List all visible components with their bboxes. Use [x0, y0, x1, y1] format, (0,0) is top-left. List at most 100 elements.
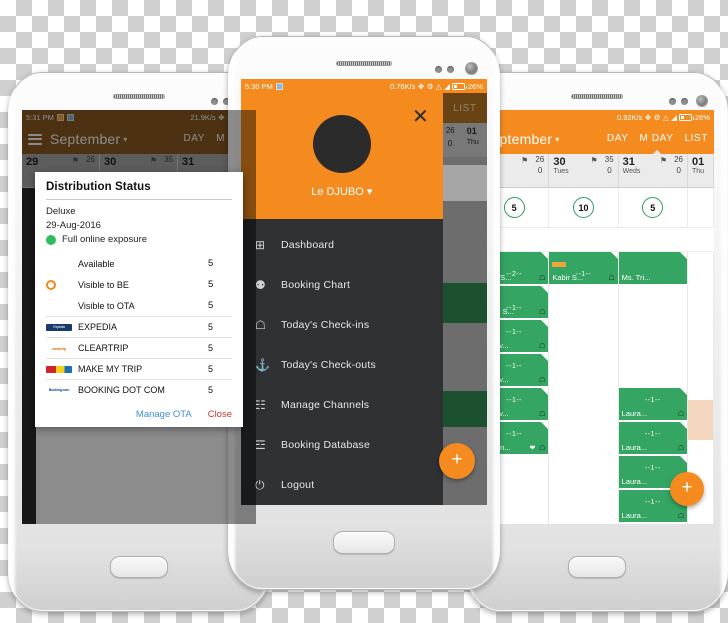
- bed-icon: ☖: [539, 343, 546, 350]
- menu-soft-key[interactable]: ◫: [500, 555, 509, 566]
- tab-day[interactable]: DAY: [607, 133, 629, 146]
- room-zero: 0: [537, 166, 543, 175]
- booking-card[interactable]: --1-- Kabir S... ☖: [549, 252, 618, 284]
- row-label: Visible to BE: [78, 279, 129, 290]
- menu-item-checkouts[interactable]: ⚓ Today's Check-outs: [241, 345, 443, 385]
- day-name: Thu: [691, 168, 705, 175]
- menu-item-label: Booking Chart: [281, 279, 351, 291]
- guest-count: --1--: [644, 397, 661, 404]
- menu-item-booking-chart[interactable]: ⚉ Booking Chart: [241, 265, 443, 305]
- bookmark-icon: ⚑: [590, 156, 598, 165]
- room-count: 26: [674, 155, 683, 164]
- guest-name: Laura...: [621, 409, 648, 418]
- app-bar: September ▾ DAY M DAY LIST: [480, 124, 714, 154]
- empty-slot: [619, 286, 687, 388]
- menu-item-checkins[interactable]: ☖ Today's Check-ins: [241, 305, 443, 345]
- manage-ota-button[interactable]: Manage OTA: [136, 409, 192, 420]
- booking-card[interactable]: --1-- Laura... ☖: [618, 388, 687, 420]
- battery-percent: 26%: [467, 81, 483, 91]
- menu-item-dashboard[interactable]: ⊞ Dashboard: [241, 225, 443, 265]
- bluetooth-icon: ✥: [417, 81, 425, 91]
- cleartrip-logo-icon: cleartrip: [46, 344, 72, 352]
- distribution-row-expedia: Expedia EXPEDIA 5: [46, 316, 232, 337]
- signal-icon: ◢: [671, 112, 677, 122]
- menu-item-booking-database[interactable]: ☲ Booking Database: [241, 425, 443, 465]
- menu-item-manage-channels[interactable]: ☷ Manage Channels: [241, 385, 443, 425]
- avatar-icon[interactable]: [312, 114, 371, 173]
- alarm-icon: ⚙: [426, 81, 434, 91]
- front-camera: [696, 95, 708, 107]
- back-soft-key[interactable]: ↷: [686, 555, 694, 566]
- room-zero: 0: [676, 166, 681, 175]
- grid-icon: ☷: [255, 398, 266, 412]
- availability-badge: 10: [572, 197, 594, 218]
- day-name: Tues: [553, 168, 569, 175]
- home-button[interactable]: [333, 531, 395, 554]
- date-column-31[interactable]: 31 Weds ⚑ 26 0: [619, 154, 688, 187]
- add-booking-fab[interactable]: +: [439, 443, 475, 479]
- availability-cell[interactable]: 5: [619, 188, 688, 227]
- navigation-drawer: Le DJUBO ▾ ✕ ⊞ Dashboard ⚉ Booking Chart…: [241, 93, 443, 505]
- tab-list[interactable]: LIST: [684, 133, 708, 146]
- status-bar: 5:30 PM 0.76K/s ✥ ⚙ △ ◢ 26%: [241, 79, 487, 93]
- bed-icon: ☖: [539, 445, 546, 452]
- date-column-30[interactable]: 30 Tues ⚑ 35 0: [549, 154, 619, 187]
- menu-soft-key[interactable]: ◫: [266, 531, 275, 542]
- availability-cell[interactable]: 10: [549, 188, 619, 227]
- right-phone-screen: 0.92K/s ✥ ⚙ △ ◢ 26% September ▾ DAY M DA…: [480, 110, 714, 524]
- menu-item-logout[interactable]: ⏻ Logout: [241, 465, 443, 505]
- status-time: 5:30 PM: [245, 81, 273, 91]
- row-label: BOOKING DOT COM: [78, 385, 165, 395]
- add-booking-fab[interactable]: +: [670, 472, 704, 506]
- wifi-icon: △: [435, 81, 442, 91]
- calendar-spacer-row: [480, 228, 714, 252]
- availability-cell[interactable]: [688, 188, 714, 227]
- back-soft-key[interactable]: ↷: [454, 531, 462, 542]
- account-name[interactable]: Le DJUBO ▾: [311, 185, 372, 198]
- phone-center: 5:30 PM 0.76K/s ✥ ⚙ △ ◢ 26% LIST 26 01 0…: [228, 36, 500, 590]
- distribution-row-be: Visible to BE 5: [46, 274, 232, 295]
- date-column-01[interactable]: 01 Thu: [688, 154, 714, 187]
- location-pin-icon: ⚉: [255, 278, 266, 292]
- distribution-row-cleartrip: cleartrip CLEARTRIP 5: [46, 337, 232, 358]
- bed-icon: ☖: [539, 309, 546, 316]
- left-phone-screen: 5:31 PM 21.9K/s ✥ ⚙ ▲ ◢ September ▾ DAY …: [22, 110, 256, 524]
- room-zero: 0: [607, 166, 612, 175]
- partial-booking-card[interactable]: [687, 400, 713, 440]
- ring-orange-icon: [46, 279, 56, 290]
- row-value: 5: [208, 300, 214, 311]
- bed-icon: ☖: [677, 411, 684, 418]
- row-value: 5: [208, 258, 214, 269]
- booking-column-30: --1-- Kabir S... ☖: [549, 252, 619, 524]
- row-value: 5: [208, 322, 214, 332]
- booking-card[interactable]: --1-- Laura... ☖: [618, 422, 687, 454]
- close-icon[interactable]: ✕: [412, 107, 429, 127]
- menu-soft-key[interactable]: ◫: [42, 555, 51, 566]
- day-name: Weds: [622, 168, 641, 175]
- room-type-label: Deluxe: [46, 206, 76, 217]
- bed-icon: ☖: [608, 275, 615, 282]
- chevron-down-icon[interactable]: ▾: [555, 135, 559, 144]
- booking-card[interactable]: Ms. Tri...: [618, 252, 687, 284]
- tab-m-day[interactable]: M DAY: [640, 133, 674, 146]
- home-button[interactable]: [568, 556, 626, 578]
- home-button[interactable]: [110, 556, 168, 578]
- distribution-row-makemytrip: MAKE MY TRIP 5: [46, 358, 232, 379]
- bed-icon: ☖: [677, 445, 684, 452]
- wifi-icon: △: [662, 112, 669, 122]
- drawer-menu: ⊞ Dashboard ⚉ Booking Chart ☖ Today's Ch…: [241, 219, 443, 505]
- row-label: EXPEDIA: [78, 322, 118, 332]
- proximity-sensor: [435, 66, 442, 73]
- dialog-date: 29-Aug-2016: [46, 220, 101, 231]
- row-value: 5: [208, 343, 214, 353]
- makemytrip-logo-icon: [46, 365, 72, 373]
- date-header: 29 Mon ⚑ 26 0 30 Tues ⚑ 35 0 31 Weds ⚑ 2…: [480, 154, 714, 188]
- anchor-icon: ⚓: [255, 358, 270, 372]
- bed-icon: ☖: [539, 275, 546, 282]
- expedia-logo-icon: Expedia: [46, 323, 72, 331]
- signal-icon: ◢: [444, 81, 450, 91]
- row-value: 5: [208, 364, 214, 374]
- battery-icon: [452, 82, 468, 90]
- close-button[interactable]: Close: [208, 409, 232, 420]
- drawer-dim-overlay[interactable]: [442, 93, 487, 505]
